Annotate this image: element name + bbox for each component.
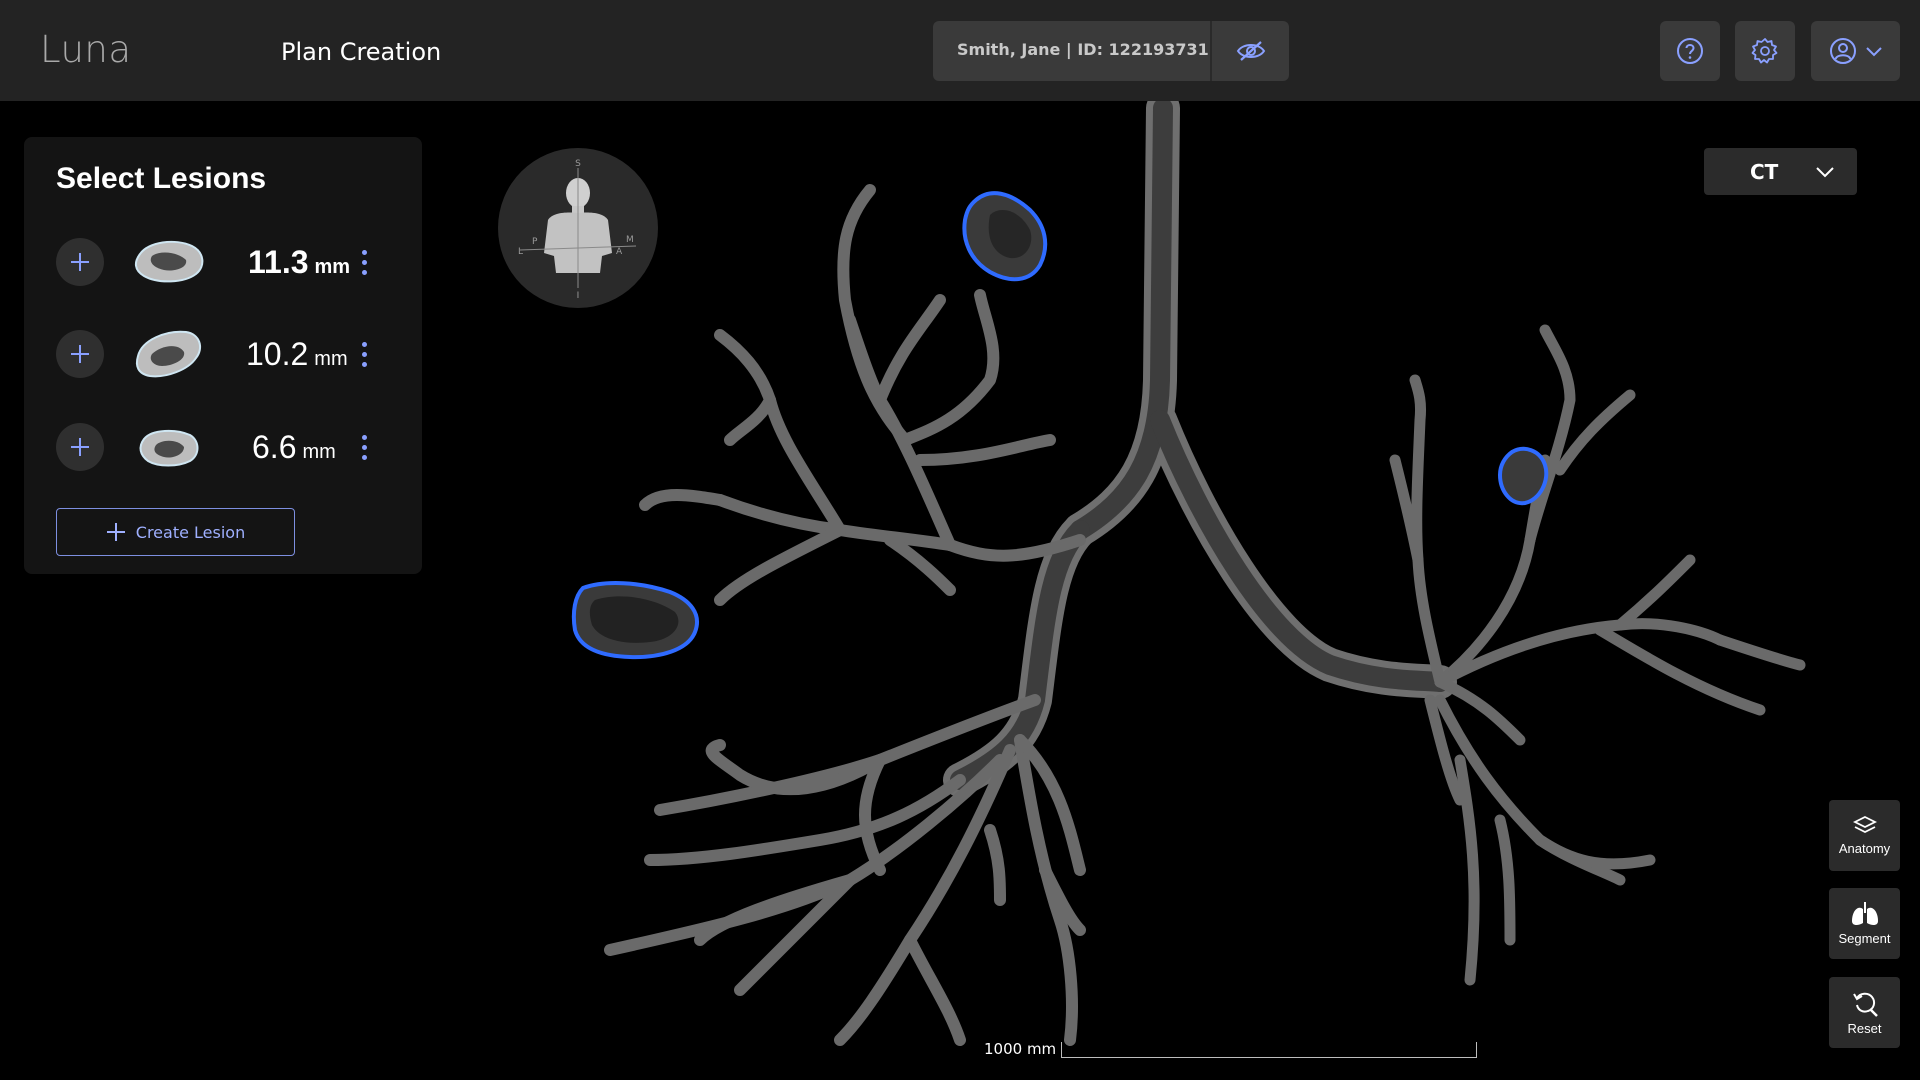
lesion-row[interactable]: 11.3 mm [56, 236, 396, 286]
plus-icon [71, 345, 89, 363]
orientation-s-label: S [575, 159, 581, 169]
orientation-widget[interactable]: S I L A P M [498, 148, 658, 308]
user-menu-button[interactable] [1811, 21, 1900, 81]
orientation-l-label: L [518, 247, 523, 257]
anatomy-button[interactable]: Anatomy [1829, 800, 1900, 871]
add-lesion-button[interactable] [56, 330, 104, 378]
gear-icon [1751, 38, 1778, 64]
anatomy-label: Anatomy [1838, 841, 1891, 856]
chevron-down-icon [1865, 47, 1882, 57]
modality-select[interactable]: CT [1704, 148, 1857, 195]
reset-label: Reset [1847, 1021, 1882, 1036]
orientation-m-label: M [626, 235, 634, 245]
lungs-icon [1851, 902, 1878, 926]
chevron-down-icon [1816, 166, 1834, 177]
panel-title: Select Lesions [56, 162, 267, 195]
orientation-a-label: A [616, 247, 623, 257]
more-options-button[interactable] [354, 242, 374, 282]
lesion-thumbnail [139, 429, 199, 467]
user-circle-icon [1829, 38, 1856, 64]
segment-button[interactable]: Segment [1829, 888, 1900, 959]
lesion-size: 6.6 mm [252, 429, 336, 465]
create-lesion-label: Create Lesion [135, 522, 246, 542]
lesions-panel: Select Lesions 11.3 mm 10.2 mm 6.6 mm Cr… [24, 137, 422, 574]
lesion-size: 11.3 mm [248, 244, 351, 280]
help-circle-icon [1677, 38, 1703, 64]
app-logo: Luna [40, 28, 132, 71]
page-title: Plan Creation [281, 38, 442, 66]
eye-off-icon [1236, 41, 1265, 61]
orientation-p-label: P [532, 237, 538, 247]
layers-icon [1852, 815, 1877, 834]
help-button[interactable] [1660, 21, 1720, 81]
segment-label: Segment [1838, 931, 1891, 946]
more-options-button[interactable] [354, 334, 374, 374]
scale-bar [1061, 1042, 1477, 1058]
plus-icon [71, 253, 89, 271]
modality-value: CT [1750, 159, 1779, 184]
patient-info-box: Smith, Jane | ID: 122193731 [933, 21, 1289, 81]
create-lesion-button[interactable]: Create Lesion [56, 508, 295, 556]
top-bar: Luna Plan Creation Smith, Jane | ID: 122… [0, 0, 1920, 101]
plus-icon [71, 438, 89, 456]
reset-zoom-icon [1852, 992, 1878, 1017]
add-lesion-button[interactable] [56, 423, 104, 471]
settings-button[interactable] [1735, 21, 1795, 81]
hide-patient-button[interactable] [1212, 21, 1289, 81]
lesion-row[interactable]: 10.2 mm [56, 328, 396, 378]
body-orientation-icon: S I L A P M [518, 159, 637, 301]
orientation-i-label: I [577, 291, 580, 301]
plus-icon [106, 523, 125, 541]
reset-button[interactable]: Reset [1829, 977, 1900, 1048]
lesion-thumbnail [135, 330, 202, 378]
more-options-button[interactable] [354, 427, 374, 467]
lesion-row[interactable]: 6.6 mm [56, 421, 396, 471]
add-lesion-button[interactable] [56, 238, 104, 286]
lesion-size: 10.2 mm [246, 336, 348, 372]
lesion-thumbnail [134, 240, 204, 283]
scale-label: 1000 mm [984, 1040, 1057, 1058]
patient-label: Smith, Jane | ID: 122193731 [957, 40, 1209, 59]
